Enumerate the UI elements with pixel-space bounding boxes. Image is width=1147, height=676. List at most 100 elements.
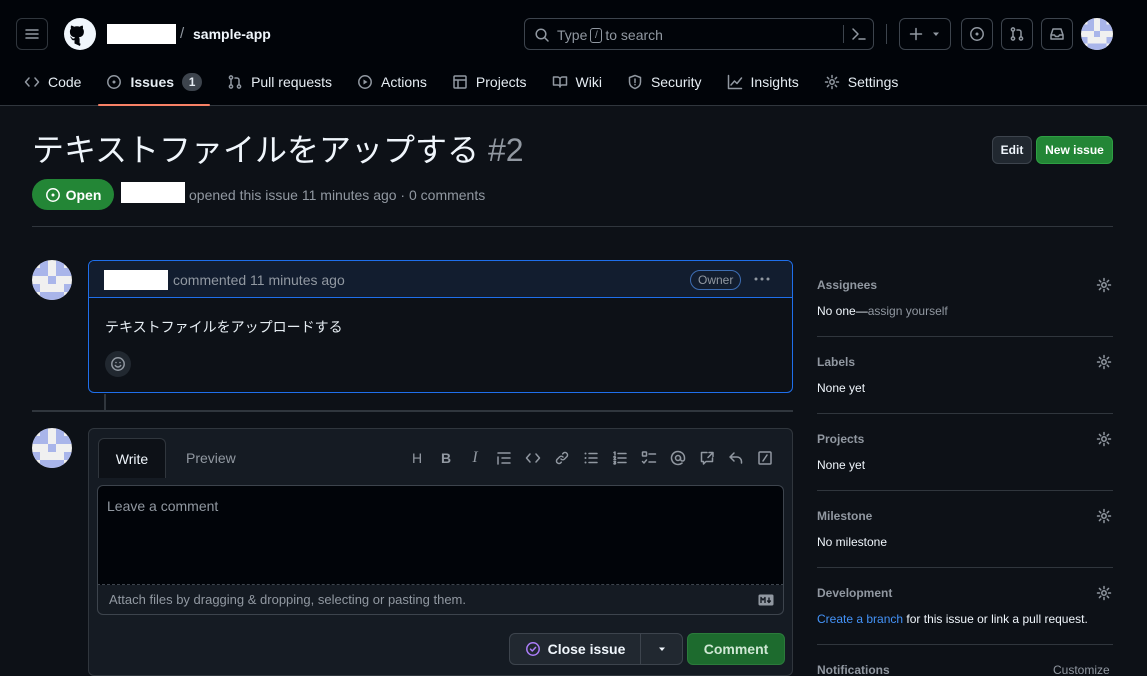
projects-value: None yet	[817, 458, 866, 472]
inbox-icon	[1050, 28, 1064, 40]
repo-owner-redacted[interactable]	[107, 24, 176, 44]
gear-icon[interactable]	[1096, 277, 1112, 293]
sidebar-labels: Labels None yet	[817, 353, 1113, 397]
inbox-button[interactable]	[1041, 18, 1073, 50]
search-suffix: to search	[605, 27, 663, 43]
unordered-list-button[interactable]	[581, 449, 601, 467]
sidebar-milestone: Milestone No milestone	[817, 507, 1113, 551]
labels-heading: Labels	[817, 355, 856, 369]
app-header: / sample-app Type / to search Code Issue…	[0, 0, 1147, 106]
code-icon	[525, 453, 541, 463]
issues-button[interactable]	[961, 18, 993, 50]
tab-issues[interactable]: Issues 1	[98, 62, 210, 106]
tab-label: Security	[650, 74, 702, 90]
tab-projects[interactable]: Projects	[444, 62, 535, 102]
new-issue-button[interactable]: New issue	[1036, 136, 1113, 164]
tab-label: Actions	[381, 74, 427, 90]
assignees-none: No one—	[817, 304, 868, 318]
saved-replies-button[interactable]	[726, 449, 746, 467]
assign-yourself-link[interactable]: assign yourself	[868, 304, 948, 318]
sidebar-projects: Projects None yet	[817, 430, 1113, 474]
issue-opened-icon	[970, 27, 984, 41]
comment-timestamp[interactable]: commented 11 minutes ago	[173, 271, 345, 289]
file-attachment-bar[interactable]: Attach files by dragging & dropping, sel…	[97, 585, 784, 615]
cross-reference-button[interactable]	[697, 449, 717, 467]
menu-button[interactable]	[16, 18, 48, 50]
link-button[interactable]	[552, 449, 572, 467]
mention-icon	[670, 450, 686, 466]
code-icon	[24, 77, 40, 87]
markdown-icon[interactable]	[758, 594, 774, 606]
issue-number: #2	[487, 132, 524, 168]
kebab-horizontal-icon[interactable]	[753, 270, 771, 288]
italic-button[interactable]: I	[465, 449, 485, 467]
issue-author-redacted[interactable]	[121, 182, 185, 203]
plus-icon	[909, 27, 923, 41]
commenter-avatar[interactable]	[32, 260, 72, 300]
timeline-line	[104, 394, 106, 410]
task-list-button[interactable]	[639, 449, 659, 467]
comment-textarea[interactable]: Leave a comment	[97, 485, 784, 585]
issue-meta: opened this issue 11 minutes ago · 0 com…	[189, 187, 486, 203]
tab-security[interactable]: Security	[619, 62, 710, 102]
tab-write[interactable]: Write	[98, 438, 166, 478]
edit-title-button[interactable]: Edit	[992, 136, 1032, 164]
development-text: for this issue or link a pull request.	[903, 612, 1088, 626]
tab-preview[interactable]: Preview	[186, 449, 236, 467]
assignees-value: No one—assign yourself	[817, 302, 948, 320]
gear-icon	[824, 74, 840, 90]
gear-icon[interactable]	[1096, 508, 1112, 524]
tab-label: Settings	[847, 74, 899, 90]
milestone-value: No milestone	[817, 535, 888, 549]
tab-pull-requests[interactable]: Pull requests	[219, 62, 340, 102]
slash-commands-button[interactable]	[755, 449, 775, 467]
issue-title-text: テキストファイルをアップする	[32, 132, 480, 168]
path-separator: /	[180, 25, 185, 42]
search-input[interactable]: Type / to search	[524, 18, 874, 50]
code-button[interactable]	[523, 449, 543, 467]
list-ordered-icon	[613, 451, 627, 465]
command-palette-icon[interactable]	[851, 26, 867, 42]
tab-wiki[interactable]: Wiki	[544, 62, 610, 102]
search-shortcut-key: /	[590, 27, 603, 43]
user-avatar[interactable]	[1081, 18, 1113, 50]
issue-opened-icon	[107, 75, 122, 89]
markdown-toolbar: H B I	[407, 449, 784, 467]
close-options-dropdown[interactable]	[640, 633, 683, 665]
tab-label: Code	[48, 74, 82, 90]
customize-notifications-link[interactable]: Customize	[1053, 662, 1110, 676]
gear-icon[interactable]	[1096, 585, 1112, 601]
tab-label: Wiki	[575, 74, 602, 90]
comment-button[interactable]: Comment	[687, 633, 785, 665]
tab-settings[interactable]: Settings	[816, 62, 907, 102]
repo-name-link[interactable]: sample-app	[193, 24, 271, 44]
current-user-avatar[interactable]	[32, 428, 72, 468]
pull-requests-button[interactable]	[1001, 18, 1033, 50]
bold-button[interactable]: B	[436, 449, 456, 467]
sidebar-assignees: Assignees No one—assign yourself	[817, 276, 1113, 320]
close-issue-button[interactable]: Close issue	[509, 633, 641, 665]
create-new-button[interactable]	[899, 18, 951, 50]
tab-label: Issues	[130, 74, 175, 90]
sidebar-development: Development Create a branch for this iss…	[817, 584, 1113, 628]
table-icon	[453, 75, 467, 89]
tab-actions[interactable]: Actions	[349, 62, 435, 102]
heading-button[interactable]: H	[407, 449, 427, 467]
tab-insights[interactable]: Insights	[719, 62, 807, 102]
add-reaction-button[interactable]	[105, 351, 131, 377]
quote-button[interactable]	[494, 449, 514, 467]
header-separator	[32, 226, 1113, 227]
commenter-name-redacted[interactable]	[104, 270, 168, 290]
gear-icon[interactable]	[1096, 431, 1112, 447]
ordered-list-button[interactable]	[610, 449, 630, 467]
tab-code[interactable]: Code	[16, 62, 89, 102]
git-pull-request-icon	[1010, 27, 1024, 41]
mention-button[interactable]	[668, 449, 688, 467]
identicon-image	[1081, 18, 1113, 50]
gear-icon[interactable]	[1096, 354, 1112, 370]
github-logo-icon[interactable]	[64, 18, 96, 50]
create-branch-link[interactable]: Create a branch	[817, 612, 903, 626]
smiley-icon	[111, 357, 125, 371]
search-placeholder: Type / to search	[557, 26, 663, 44]
development-value: Create a branch for this issue or link a…	[817, 610, 1088, 628]
